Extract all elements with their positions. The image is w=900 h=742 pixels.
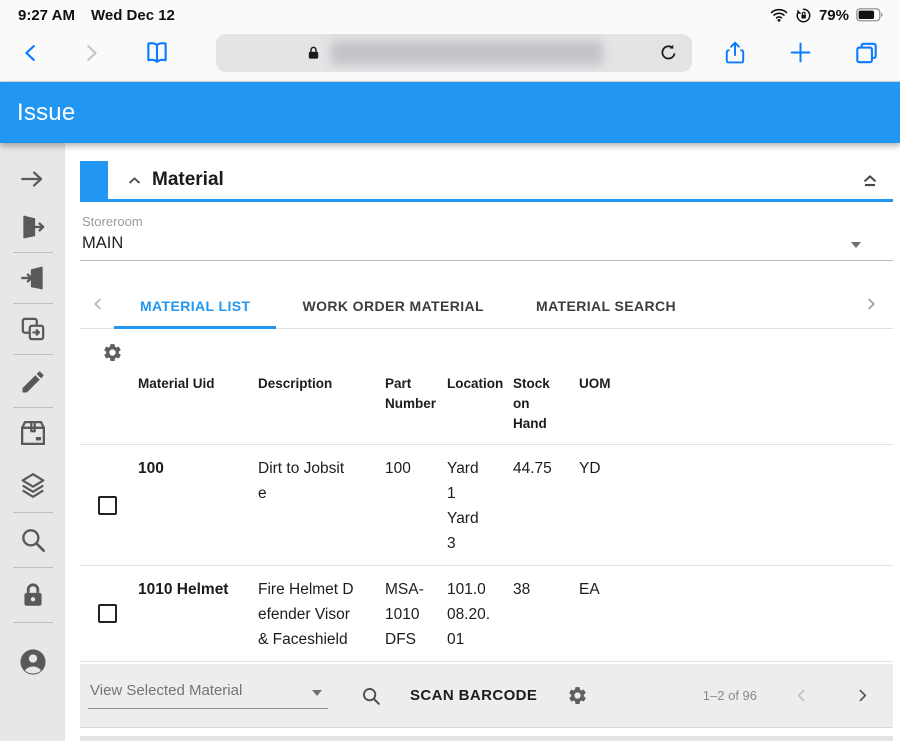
content-area: Material Storeroom MAIN MATERIAL LIST WO… [65, 143, 900, 741]
column-select [80, 368, 138, 445]
storeroom-label: Storeroom [82, 214, 893, 229]
view-selected-material-label: View Selected Material [90, 682, 242, 699]
dropdown-caret-icon [312, 690, 322, 696]
sidebar-divider [13, 407, 53, 408]
page-title: Issue [17, 99, 75, 127]
collapse-to-top-icon[interactable] [859, 169, 881, 191]
storeroom-value: MAIN [82, 234, 893, 253]
cell-description: Fire Helmet D efender Visor & Faceshield [258, 566, 385, 662]
lock-icon [306, 45, 321, 61]
search-icon[interactable] [360, 685, 382, 707]
address-bar[interactable] [216, 34, 692, 72]
next-section-edge [80, 736, 893, 741]
previous-page-icon[interactable] [793, 687, 810, 704]
tabs-scroll-left-icon[interactable] [80, 283, 114, 328]
row-checkbox[interactable] [98, 604, 117, 623]
list-footer-bar: View Selected Material SCAN BARCODE 1–2 … [80, 664, 893, 728]
battery-percent: 79% [819, 7, 849, 24]
panel-accent-square [80, 161, 108, 199]
redacted-url [331, 41, 603, 65]
material-table: Material Uid Description Part Number Loc… [80, 368, 893, 662]
cell-location: 101.0 08.20. 01 [447, 566, 513, 662]
material-panel-header[interactable]: Material [80, 161, 893, 202]
tab-work-order-material[interactable]: WORK ORDER MATERIAL [276, 283, 510, 328]
pagination-label: 1–2 of 96 [703, 688, 757, 703]
panel-title: Material [152, 169, 224, 191]
issue-out-door-icon[interactable] [18, 212, 48, 242]
bookmarks-icon[interactable] [142, 39, 172, 67]
table-row[interactable]: 100 Dirt to Jobsit e 100 Yard 1 Yard 3 4… [80, 445, 893, 566]
table-header-row: Material Uid Description Part Number Loc… [80, 368, 893, 445]
battery-icon [856, 8, 884, 22]
cell-description: Dirt to Jobsit e [258, 445, 385, 566]
column-part-number: Part Number [385, 368, 447, 445]
scan-barcode-button[interactable]: SCAN BARCODE [410, 687, 537, 704]
table-row[interactable]: 1010 Helmet Fire Helmet D efender Visor … [80, 566, 893, 662]
sidebar-divider [13, 354, 53, 355]
lock-icon[interactable] [18, 580, 48, 610]
share-icon[interactable] [722, 39, 748, 67]
cell-location: Yard 1 Yard 3 [447, 445, 513, 566]
chevron-up-icon[interactable] [126, 172, 143, 189]
column-location: Location [447, 368, 513, 445]
cell-material-uid: 100 [138, 445, 258, 566]
column-description: Description [258, 368, 385, 445]
edit-pencil-icon[interactable] [19, 367, 47, 397]
wifi-icon [770, 8, 788, 22]
tabs-icon[interactable] [853, 40, 880, 66]
cell-part-number: MSA- 1010 DFS [385, 566, 447, 662]
cell-uom: YD [579, 445, 893, 566]
inventory-box-icon[interactable] [17, 418, 49, 448]
sidebar [0, 143, 65, 741]
back-icon[interactable] [20, 41, 42, 65]
column-material-uid: Material Uid [138, 368, 258, 445]
arrow-right-icon[interactable] [18, 164, 48, 194]
cell-stock-on-hand: 44.75 [513, 445, 579, 566]
search-icon[interactable] [18, 525, 48, 555]
row-checkbox[interactable] [98, 496, 117, 515]
clock-time: 9:27 AM [18, 7, 75, 24]
column-uom: UOM [579, 368, 893, 445]
cell-stock-on-hand: 38 [513, 566, 579, 662]
table-settings-gear-icon[interactable] [102, 342, 123, 363]
tab-material-list[interactable]: MATERIAL LIST [114, 283, 276, 328]
tab-bar: MATERIAL LIST WORK ORDER MATERIAL MATERI… [80, 283, 893, 329]
sidebar-divider [13, 252, 53, 253]
transfer-icon[interactable] [18, 314, 48, 344]
sidebar-divider [13, 567, 53, 568]
footer-settings-gear-icon[interactable] [567, 685, 588, 706]
sidebar-divider [13, 512, 53, 513]
browser-toolbar [0, 28, 900, 82]
tabs-scroll-right-icon[interactable] [853, 283, 887, 328]
rotation-lock-icon [795, 7, 812, 24]
dropdown-caret-icon[interactable] [851, 242, 861, 248]
account-icon[interactable] [17, 647, 49, 677]
layers-icon[interactable] [17, 470, 49, 500]
cell-material-uid: 1010 Helmet [138, 566, 258, 662]
sidebar-divider [13, 622, 53, 623]
clock-date: Wed Dec 12 [91, 7, 175, 24]
storeroom-select[interactable]: Storeroom MAIN [80, 214, 893, 261]
app-header: Issue [0, 82, 900, 143]
cell-part-number: 100 [385, 445, 447, 566]
new-tab-icon[interactable] [788, 40, 813, 65]
tab-material-search[interactable]: MATERIAL SEARCH [510, 283, 702, 328]
receive-in-door-icon[interactable] [18, 263, 48, 293]
column-stock-on-hand: Stock on Hand [513, 368, 579, 445]
reload-icon[interactable] [658, 42, 679, 69]
sidebar-divider [13, 303, 53, 304]
status-bar: 9:27 AM Wed Dec 12 79% [0, 0, 900, 28]
forward-icon[interactable] [80, 41, 102, 65]
view-selected-material-dropdown[interactable]: View Selected Material [88, 682, 328, 709]
next-page-icon[interactable] [854, 687, 871, 704]
cell-uom: EA [579, 566, 893, 662]
